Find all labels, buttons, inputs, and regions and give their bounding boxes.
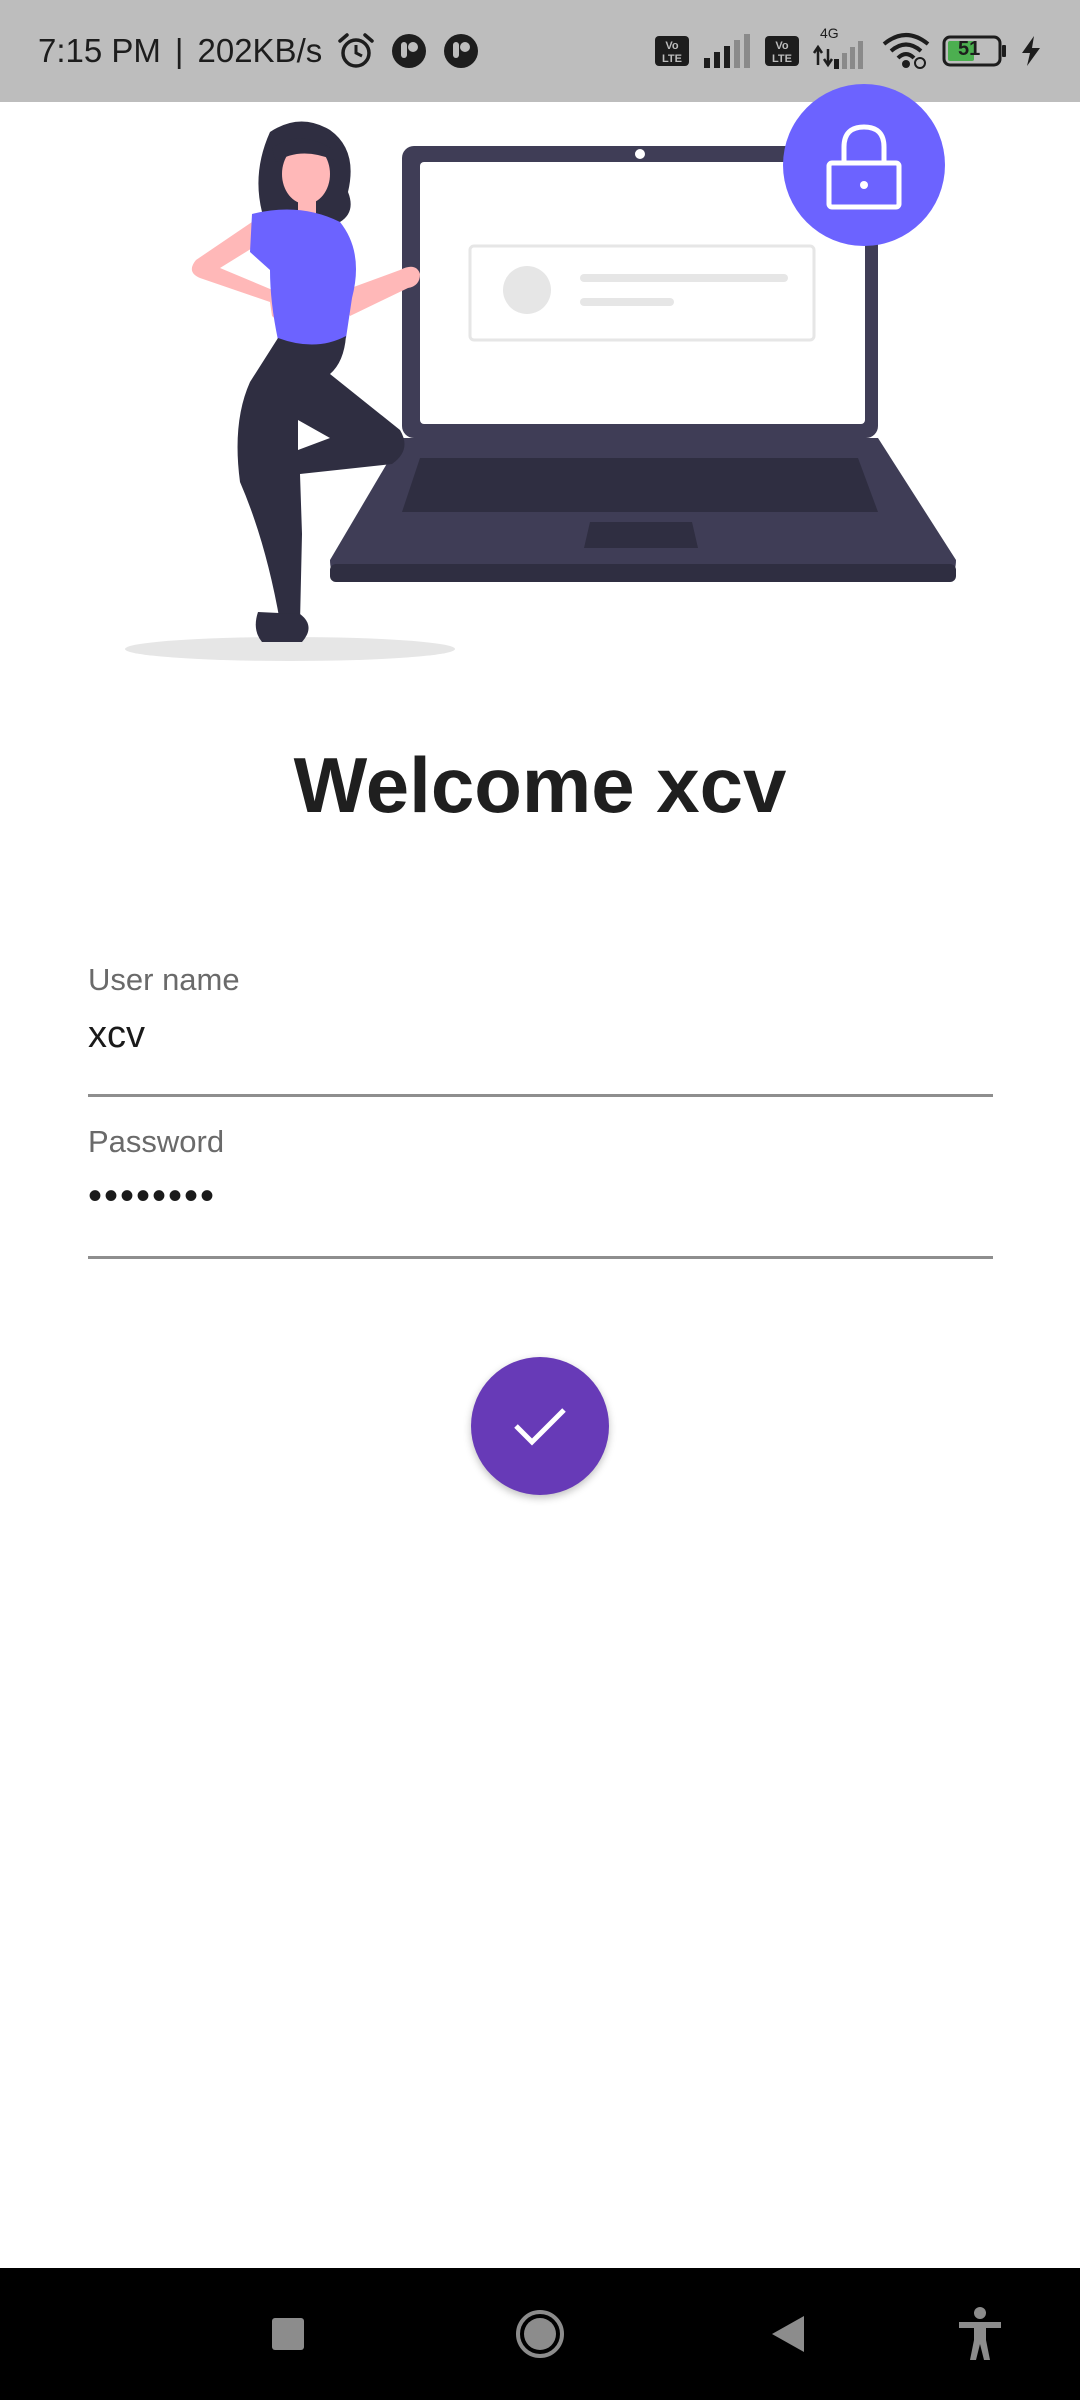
app-notification-icon [442,32,480,70]
svg-text:Vo: Vo [775,40,789,52]
login-illustration [0,84,1080,682]
svg-text:Vo: Vo [665,40,679,52]
volte-icon: Vo LTE [654,35,690,67]
lock-icon [826,124,902,210]
svg-text:LTE: LTE [772,53,792,65]
status-time: 7:15 PM [38,32,161,69]
charging-icon [1020,35,1042,67]
svg-text:LTE: LTE [662,53,682,65]
password-underline [88,1256,993,1259]
username-underline [88,1094,993,1097]
recents-square-icon [272,2318,304,2350]
status-bar: 7:15 PM | 202KB/s Vo LTE Vo LTE 4G 51 [0,0,1080,102]
home-button[interactable] [485,2268,595,2400]
username-input[interactable]: xcv [88,1014,993,1064]
status-right: Vo LTE Vo LTE 4G 51 [654,25,1042,71]
signal-4g-icon: 4G [812,25,870,71]
submit-button[interactable] [471,1357,609,1495]
back-triangle-icon [772,2316,804,2352]
wifi-icon [882,32,930,70]
status-speed: 202KB/s [197,32,323,69]
password-label: Password [88,1124,225,1159]
back-button[interactable] [733,2268,843,2400]
battery-level: 51 [958,38,981,60]
accessibility-icon [959,2307,1001,2360]
app-notification-icon [390,32,428,70]
battery-icon: 51 [942,35,1008,67]
username-label: User name [88,962,240,997]
network-type-label: 4G [820,25,839,41]
accessibility-button[interactable] [925,2268,1035,2400]
lock-badge [783,84,945,246]
recents-button[interactable] [233,2268,343,2400]
check-icon [514,1408,566,1446]
welcome-title: Welcome xcv [293,741,787,829]
password-input[interactable]: •••••••• [88,1176,993,1226]
navigation-bar [0,2268,1080,2400]
status-left: 7:15 PM | 202KB/s [38,31,480,71]
username-field[interactable]: User name xcv [88,962,993,1098]
password-field[interactable]: Password •••••••• [88,1124,993,1260]
home-circle-icon [516,2310,564,2358]
volte-icon: Vo LTE [764,35,800,67]
signal-icon [702,34,752,68]
status-separator: | [174,32,184,69]
alarm-icon [336,31,376,71]
